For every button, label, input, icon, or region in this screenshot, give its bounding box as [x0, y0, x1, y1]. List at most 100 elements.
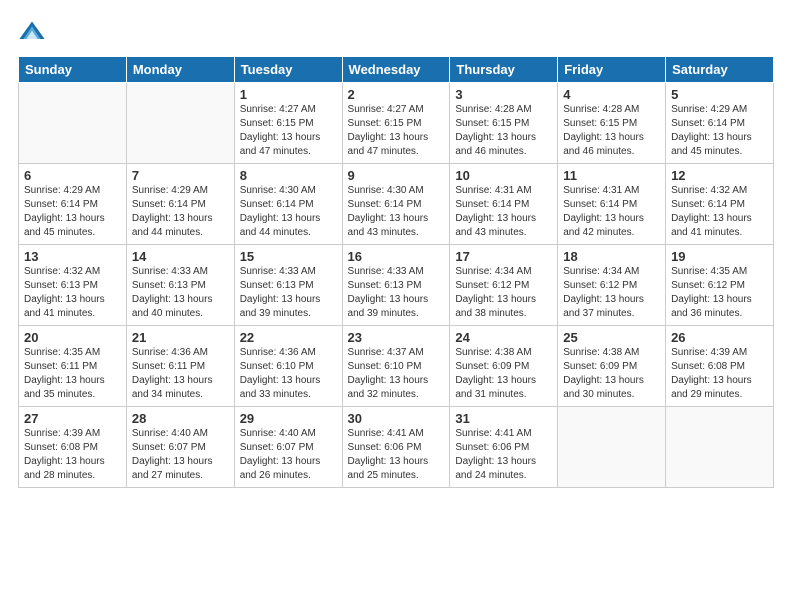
calendar-day-cell: 21Sunrise: 4:36 AM Sunset: 6:11 PM Dayli…	[126, 326, 234, 407]
calendar-day-cell: 29Sunrise: 4:40 AM Sunset: 6:07 PM Dayli…	[234, 407, 342, 488]
day-number: 18	[563, 249, 660, 264]
day-info: Sunrise: 4:37 AM Sunset: 6:10 PM Dayligh…	[348, 346, 445, 402]
calendar-day-cell: 28Sunrise: 4:40 AM Sunset: 6:07 PM Dayli…	[126, 407, 234, 488]
calendar-day-cell: 12Sunrise: 4:32 AM Sunset: 6:14 PM Dayli…	[666, 164, 774, 245]
day-info: Sunrise: 4:39 AM Sunset: 6:08 PM Dayligh…	[24, 427, 121, 483]
calendar-day-cell: 3Sunrise: 4:28 AM Sunset: 6:15 PM Daylig…	[450, 83, 558, 164]
day-number: 15	[240, 249, 337, 264]
calendar-day-cell	[19, 83, 127, 164]
calendar-day-cell: 8Sunrise: 4:30 AM Sunset: 6:14 PM Daylig…	[234, 164, 342, 245]
day-number: 28	[132, 411, 229, 426]
day-info: Sunrise: 4:27 AM Sunset: 6:15 PM Dayligh…	[240, 103, 337, 159]
day-number: 17	[455, 249, 552, 264]
calendar-day-cell: 5Sunrise: 4:29 AM Sunset: 6:14 PM Daylig…	[666, 83, 774, 164]
day-info: Sunrise: 4:38 AM Sunset: 6:09 PM Dayligh…	[455, 346, 552, 402]
day-of-week-header: Saturday	[666, 57, 774, 83]
day-number: 30	[348, 411, 445, 426]
day-info: Sunrise: 4:41 AM Sunset: 6:06 PM Dayligh…	[348, 427, 445, 483]
calendar: SundayMondayTuesdayWednesdayThursdayFrid…	[18, 56, 774, 488]
day-number: 3	[455, 87, 552, 102]
day-info: Sunrise: 4:32 AM Sunset: 6:13 PM Dayligh…	[24, 265, 121, 321]
calendar-day-cell: 27Sunrise: 4:39 AM Sunset: 6:08 PM Dayli…	[19, 407, 127, 488]
day-info: Sunrise: 4:29 AM Sunset: 6:14 PM Dayligh…	[132, 184, 229, 240]
day-number: 21	[132, 330, 229, 345]
day-number: 5	[671, 87, 768, 102]
day-number: 9	[348, 168, 445, 183]
day-info: Sunrise: 4:28 AM Sunset: 6:15 PM Dayligh…	[563, 103, 660, 159]
calendar-day-cell	[126, 83, 234, 164]
calendar-day-cell: 10Sunrise: 4:31 AM Sunset: 6:14 PM Dayli…	[450, 164, 558, 245]
calendar-day-cell: 24Sunrise: 4:38 AM Sunset: 6:09 PM Dayli…	[450, 326, 558, 407]
calendar-day-cell: 13Sunrise: 4:32 AM Sunset: 6:13 PM Dayli…	[19, 245, 127, 326]
calendar-day-cell: 23Sunrise: 4:37 AM Sunset: 6:10 PM Dayli…	[342, 326, 450, 407]
day-number: 14	[132, 249, 229, 264]
day-info: Sunrise: 4:29 AM Sunset: 6:14 PM Dayligh…	[24, 184, 121, 240]
day-info: Sunrise: 4:36 AM Sunset: 6:10 PM Dayligh…	[240, 346, 337, 402]
calendar-day-cell: 19Sunrise: 4:35 AM Sunset: 6:12 PM Dayli…	[666, 245, 774, 326]
day-of-week-header: Friday	[558, 57, 666, 83]
day-info: Sunrise: 4:33 AM Sunset: 6:13 PM Dayligh…	[240, 265, 337, 321]
day-info: Sunrise: 4:32 AM Sunset: 6:14 PM Dayligh…	[671, 184, 768, 240]
day-info: Sunrise: 4:36 AM Sunset: 6:11 PM Dayligh…	[132, 346, 229, 402]
day-number: 27	[24, 411, 121, 426]
calendar-week-row: 1Sunrise: 4:27 AM Sunset: 6:15 PM Daylig…	[19, 83, 774, 164]
calendar-day-cell: 31Sunrise: 4:41 AM Sunset: 6:06 PM Dayli…	[450, 407, 558, 488]
calendar-day-cell: 25Sunrise: 4:38 AM Sunset: 6:09 PM Dayli…	[558, 326, 666, 407]
day-number: 8	[240, 168, 337, 183]
calendar-day-cell: 7Sunrise: 4:29 AM Sunset: 6:14 PM Daylig…	[126, 164, 234, 245]
day-number: 13	[24, 249, 121, 264]
calendar-day-cell: 9Sunrise: 4:30 AM Sunset: 6:14 PM Daylig…	[342, 164, 450, 245]
calendar-day-cell: 4Sunrise: 4:28 AM Sunset: 6:15 PM Daylig…	[558, 83, 666, 164]
day-info: Sunrise: 4:33 AM Sunset: 6:13 PM Dayligh…	[348, 265, 445, 321]
day-info: Sunrise: 4:40 AM Sunset: 6:07 PM Dayligh…	[240, 427, 337, 483]
day-info: Sunrise: 4:35 AM Sunset: 6:11 PM Dayligh…	[24, 346, 121, 402]
page: SundayMondayTuesdayWednesdayThursdayFrid…	[0, 0, 792, 612]
day-info: Sunrise: 4:31 AM Sunset: 6:14 PM Dayligh…	[563, 184, 660, 240]
calendar-day-cell: 22Sunrise: 4:36 AM Sunset: 6:10 PM Dayli…	[234, 326, 342, 407]
day-info: Sunrise: 4:34 AM Sunset: 6:12 PM Dayligh…	[455, 265, 552, 321]
day-number: 25	[563, 330, 660, 345]
day-number: 19	[671, 249, 768, 264]
calendar-week-row: 13Sunrise: 4:32 AM Sunset: 6:13 PM Dayli…	[19, 245, 774, 326]
day-number: 29	[240, 411, 337, 426]
day-number: 7	[132, 168, 229, 183]
calendar-day-cell: 18Sunrise: 4:34 AM Sunset: 6:12 PM Dayli…	[558, 245, 666, 326]
calendar-day-cell: 26Sunrise: 4:39 AM Sunset: 6:08 PM Dayli…	[666, 326, 774, 407]
calendar-day-cell: 11Sunrise: 4:31 AM Sunset: 6:14 PM Dayli…	[558, 164, 666, 245]
day-number: 6	[24, 168, 121, 183]
day-number: 24	[455, 330, 552, 345]
calendar-day-cell: 30Sunrise: 4:41 AM Sunset: 6:06 PM Dayli…	[342, 407, 450, 488]
day-info: Sunrise: 4:35 AM Sunset: 6:12 PM Dayligh…	[671, 265, 768, 321]
day-info: Sunrise: 4:38 AM Sunset: 6:09 PM Dayligh…	[563, 346, 660, 402]
day-info: Sunrise: 4:30 AM Sunset: 6:14 PM Dayligh…	[348, 184, 445, 240]
day-number: 2	[348, 87, 445, 102]
day-number: 4	[563, 87, 660, 102]
day-number: 10	[455, 168, 552, 183]
calendar-day-cell: 2Sunrise: 4:27 AM Sunset: 6:15 PM Daylig…	[342, 83, 450, 164]
calendar-week-row: 6Sunrise: 4:29 AM Sunset: 6:14 PM Daylig…	[19, 164, 774, 245]
day-number: 26	[671, 330, 768, 345]
day-info: Sunrise: 4:31 AM Sunset: 6:14 PM Dayligh…	[455, 184, 552, 240]
logo	[18, 18, 50, 46]
day-info: Sunrise: 4:28 AM Sunset: 6:15 PM Dayligh…	[455, 103, 552, 159]
day-of-week-header: Wednesday	[342, 57, 450, 83]
calendar-day-cell	[666, 407, 774, 488]
day-number: 1	[240, 87, 337, 102]
day-info: Sunrise: 4:34 AM Sunset: 6:12 PM Dayligh…	[563, 265, 660, 321]
day-number: 22	[240, 330, 337, 345]
day-of-week-header: Monday	[126, 57, 234, 83]
calendar-day-cell: 15Sunrise: 4:33 AM Sunset: 6:13 PM Dayli…	[234, 245, 342, 326]
day-of-week-header: Thursday	[450, 57, 558, 83]
day-info: Sunrise: 4:39 AM Sunset: 6:08 PM Dayligh…	[671, 346, 768, 402]
logo-icon	[18, 18, 46, 46]
calendar-week-row: 20Sunrise: 4:35 AM Sunset: 6:11 PM Dayli…	[19, 326, 774, 407]
day-number: 12	[671, 168, 768, 183]
day-number: 20	[24, 330, 121, 345]
day-of-week-header: Sunday	[19, 57, 127, 83]
calendar-week-row: 27Sunrise: 4:39 AM Sunset: 6:08 PM Dayli…	[19, 407, 774, 488]
calendar-day-cell: 1Sunrise: 4:27 AM Sunset: 6:15 PM Daylig…	[234, 83, 342, 164]
day-number: 16	[348, 249, 445, 264]
day-number: 11	[563, 168, 660, 183]
calendar-day-cell: 20Sunrise: 4:35 AM Sunset: 6:11 PM Dayli…	[19, 326, 127, 407]
day-info: Sunrise: 4:27 AM Sunset: 6:15 PM Dayligh…	[348, 103, 445, 159]
